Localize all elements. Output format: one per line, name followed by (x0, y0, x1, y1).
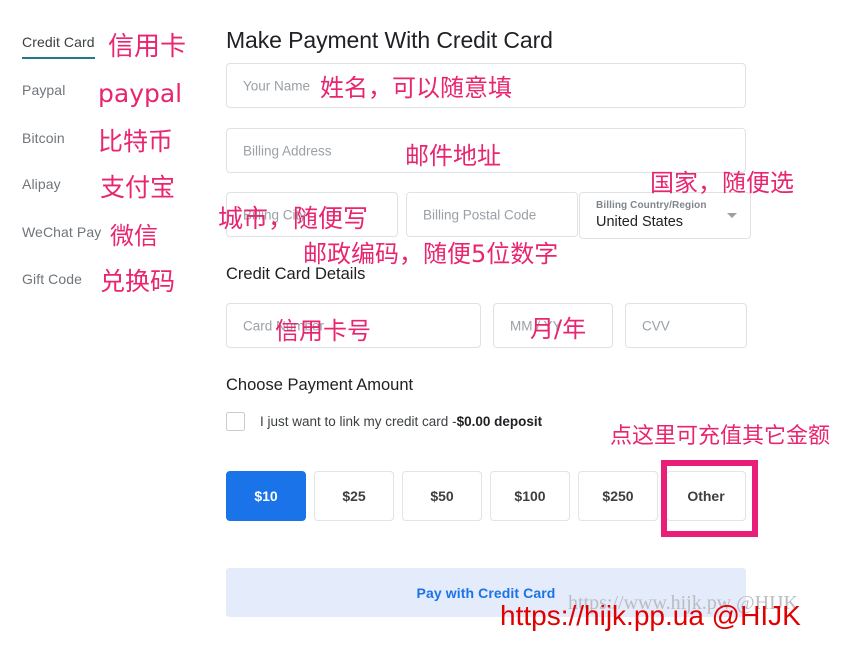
link-card-deposit-amount: $0.00 deposit (456, 414, 543, 429)
sidebar-item-wechat-pay[interactable]: WeChat Pay (22, 224, 101, 240)
billing-address-placeholder: Billing Address (243, 143, 332, 158)
sidebar-item-gift-code[interactable]: Gift Code (22, 271, 82, 287)
annotation-card-number-field: 信用卡号 (275, 317, 371, 345)
choose-payment-amount-title: Choose Payment Amount (226, 376, 414, 394)
annotation-country-field: 国家，随便选 (650, 169, 794, 197)
card-cvv-input[interactable]: CVV (625, 303, 747, 348)
sidebar-item-label: WeChat Pay (22, 224, 102, 240)
link-card-label: I just want to link my credit card -$0.0… (260, 414, 542, 429)
page-title: Make Payment With Credit Card (226, 27, 553, 53)
amount-button-100[interactable]: $100 (490, 471, 570, 521)
amount-button-10[interactable]: $10 (226, 471, 306, 521)
sidebar-item-label: Gift Code (22, 271, 83, 287)
link-card-checkbox[interactable] (226, 412, 245, 431)
annotation-city-field: 城市，随便写 (218, 204, 369, 233)
billing-country-select[interactable]: Billing Country/Region United States (579, 192, 751, 239)
watermark-red: https://hijk.pp.ua @HIJK (500, 600, 801, 631)
billing-postal-placeholder: Billing Postal Code (423, 207, 537, 222)
card-cvv-placeholder: CVV (642, 318, 670, 333)
link-card-text: I just want to link my credit card - (260, 414, 457, 429)
sidebar-item-alipay[interactable]: Alipay (22, 176, 61, 192)
amount-button-250[interactable]: $250 (578, 471, 658, 521)
link-card-deposit-row[interactable]: I just want to link my credit card -$0.0… (226, 412, 542, 431)
annotation-alipay: 支付宝 (100, 173, 176, 202)
sidebar-item-credit-card[interactable]: Credit Card (22, 34, 95, 59)
annotation-wechat: 微信 (110, 222, 158, 250)
billing-country-value: United States (596, 214, 684, 230)
annotation-postal-field: 邮政编码，随便5位数字 (303, 240, 559, 268)
annotation-other-amount: 点这里可充值其它金额 (610, 424, 831, 449)
sidebar-item-label: Bitcoin (22, 130, 65, 146)
other-amount-highlight-box (661, 460, 758, 537)
annotation-name-field: 姓名，可以随意填 (320, 74, 512, 102)
billing-postal-code-input[interactable]: Billing Postal Code (406, 192, 578, 237)
sidebar-item-label: Alipay (22, 176, 61, 192)
sidebar-item-bitcoin[interactable]: Bitcoin (22, 130, 65, 146)
chevron-down-icon[interactable] (727, 213, 737, 218)
billing-country-label: Billing Country/Region (596, 200, 707, 211)
amount-button-50[interactable]: $50 (402, 471, 482, 521)
annotation-paypal: paypal (98, 79, 183, 108)
name-placeholder: Your Name (243, 78, 311, 93)
amount-button-25[interactable]: $25 (314, 471, 394, 521)
annotation-credit-card: 信用卡 (108, 32, 187, 62)
sidebar-item-paypal[interactable]: Paypal (22, 82, 65, 98)
annotation-address-field: 邮件地址 (405, 142, 501, 170)
sidebar-item-label: Credit Card (22, 34, 95, 50)
annotation-gift-code: 兑换码 (100, 267, 176, 296)
sidebar-item-label: Paypal (22, 82, 66, 98)
annotation-expiry-field: 月/年 (530, 315, 587, 343)
annotation-bitcoin: 比特币 (98, 127, 174, 156)
